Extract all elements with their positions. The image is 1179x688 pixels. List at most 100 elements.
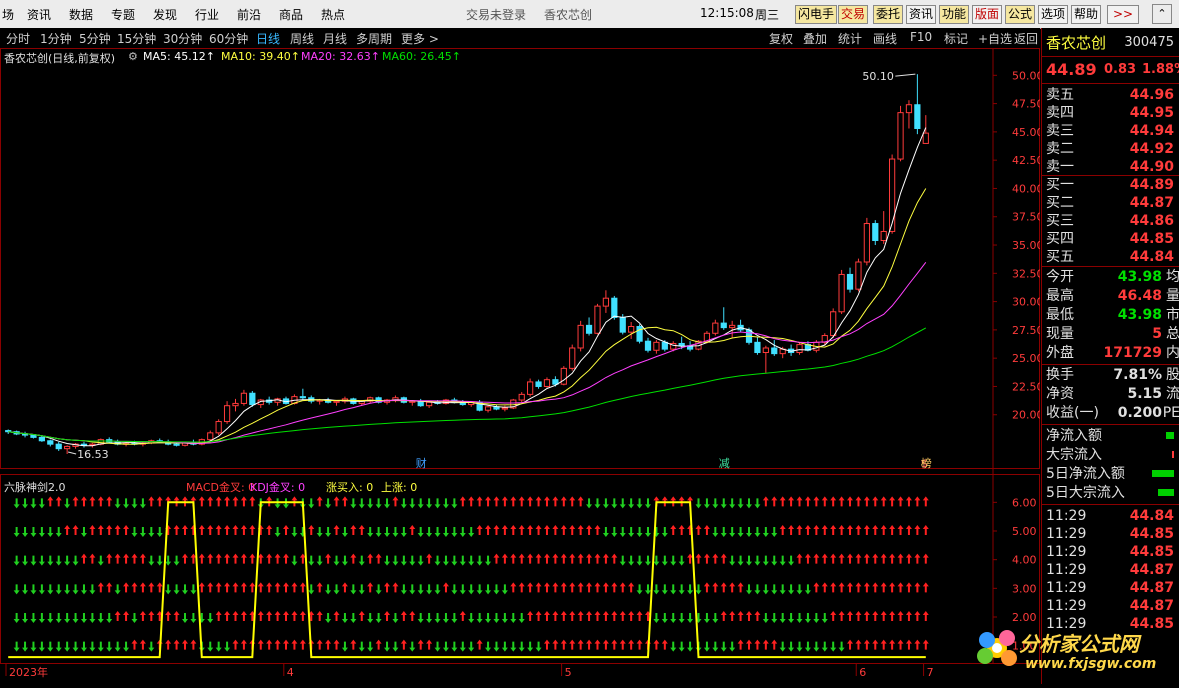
menu-item-0[interactable]: 场 [2, 6, 14, 23]
up-arrow [181, 639, 188, 650]
menu-item-5[interactable]: 行业 [195, 6, 219, 23]
up-arrow [139, 582, 146, 593]
up-arrow [754, 639, 761, 650]
down-arrow [644, 555, 651, 566]
period-tab-4[interactable]: 30分钟 [163, 30, 202, 47]
toolbar-button-0[interactable]: 闪电手 [795, 5, 838, 24]
down-arrow [106, 641, 113, 652]
chart-tool-2[interactable]: 统计 [838, 30, 862, 47]
collapse-icon[interactable]: ⌃ [1152, 4, 1172, 24]
menu-item-1[interactable]: 资讯 [27, 6, 51, 23]
period-tab-10[interactable]: 更多 > [401, 30, 439, 47]
down-arrow [350, 584, 357, 595]
down-arrow [670, 613, 677, 623]
toolbar-button-8[interactable]: 帮助 [1071, 5, 1102, 24]
down-arrow [114, 498, 121, 509]
ma5-label: MA5: 45.12↑ [143, 50, 215, 63]
down-arrow [468, 555, 475, 566]
ma20-label: MA20: 32.63↑ [301, 50, 380, 63]
bid-row-2-value: 44.86 [1129, 213, 1174, 229]
toolbar-button-3[interactable]: 资讯 [906, 5, 937, 24]
price-change-pct: 1.88% [1142, 62, 1179, 77]
menu-item-3[interactable]: 专题 [111, 6, 135, 23]
settings-icon[interactable]: ⚙ [128, 50, 138, 63]
menu-item-7[interactable]: 商品 [279, 6, 303, 23]
up-arrow [249, 496, 256, 507]
period-tab-6[interactable]: 日线 [256, 30, 280, 47]
toolbar-button-2[interactable]: 委托 [873, 5, 904, 24]
candle-body [602, 297, 610, 307]
up-arrow [628, 582, 635, 593]
menu-item-6[interactable]: 前沿 [237, 6, 261, 23]
down-arrow [586, 498, 593, 509]
indicator-title: 六脉神剑2.0 [4, 481, 66, 494]
menu-item-2[interactable]: 数据 [69, 6, 93, 23]
toolbar-button-7[interactable]: 选项 [1038, 5, 1069, 24]
chart-tool-7[interactable]: 返回 [1014, 30, 1038, 47]
up-arrow [291, 611, 298, 621]
candle-body [661, 341, 668, 350]
up-arrow [737, 611, 744, 621]
chart-tool-0[interactable]: 复权 [769, 30, 793, 47]
period-tab-8[interactable]: 月线 [323, 30, 347, 47]
quote-panel: 香农芯创 300475 44.89 0.83 1.88% 卖五 44.96 卖四 44… [1041, 28, 1179, 684]
period-tab-7[interactable]: 周线 [290, 30, 314, 47]
menu-item-8[interactable]: 热点 [321, 6, 345, 23]
down-arrow [13, 498, 20, 509]
menu-item-4[interactable]: 发现 [153, 6, 177, 23]
period-tab-2[interactable]: 5分钟 [79, 30, 111, 47]
up-arrow [779, 525, 786, 535]
up-arrow [114, 553, 121, 564]
down-arrow [712, 498, 719, 509]
chart-tool-4[interactable]: F10 [910, 30, 932, 44]
flow-bar-1 [1172, 451, 1174, 458]
bid-row-0-label: 买一 [1046, 177, 1074, 193]
kline-chart[interactable]: 20.00 22.50 25.00 27.50 30.00 32.50 35.00 37.50… [0, 48, 1044, 684]
down-arrow [224, 641, 231, 652]
toolbar-button-5[interactable]: 版面 [972, 5, 1003, 24]
down-arrow [13, 641, 20, 652]
chart-tool-5[interactable]: 标记 [944, 30, 968, 47]
up-arrow [198, 525, 205, 535]
period-tab-5[interactable]: 60分钟 [209, 30, 248, 47]
down-arrow [38, 584, 45, 595]
up-arrow [703, 582, 710, 593]
up-arrow [249, 582, 256, 593]
period-tab-1[interactable]: 1分钟 [40, 30, 72, 47]
ind-tick-label-3: 4.00 [1012, 554, 1037, 567]
up-arrow [325, 553, 332, 564]
down-arrow [367, 498, 374, 509]
login-status[interactable]: 交易未登录 [466, 6, 526, 23]
up-arrow [737, 582, 744, 593]
up-arrow [165, 611, 172, 621]
chart-tool-6[interactable]: +自选 [978, 30, 1012, 47]
stat-row-3-label: 现量 [1046, 326, 1074, 342]
up-arrow [400, 611, 407, 621]
toolbar-button-1[interactable]: 交易 [838, 5, 869, 24]
more-button[interactable]: >> [1107, 5, 1139, 24]
toolbar-button-4[interactable]: 功能 [939, 5, 970, 24]
up-arrow [855, 639, 862, 650]
down-arrow [55, 613, 62, 623]
up-arrow [325, 639, 332, 650]
down-arrow [754, 527, 761, 537]
down-arrow [291, 527, 298, 537]
stat-row-3-tail: 总 [1166, 326, 1179, 342]
chart-tool-3[interactable]: 画线 [873, 30, 897, 47]
up-arrow [358, 525, 365, 535]
toolbar-button-6[interactable]: 公式 [1005, 5, 1036, 24]
down-arrow [611, 498, 618, 509]
down-arrow [804, 584, 811, 595]
up-arrow [788, 525, 795, 535]
period-tab-3[interactable]: 15分钟 [117, 30, 156, 47]
stat2-row-2-value: 0.200 [1117, 405, 1162, 421]
flow-row-1: 大宗流入 [1046, 446, 1179, 464]
period-tab-9[interactable]: 多周期 [356, 30, 392, 47]
up-arrow [586, 639, 593, 650]
up-arrow [577, 639, 584, 650]
up-arrow [409, 525, 416, 535]
period-tab-0[interactable]: 分时 [6, 30, 30, 47]
up-arrow [746, 639, 753, 650]
chart-tool-1[interactable]: 叠加 [803, 30, 827, 47]
down-arrow [38, 555, 45, 566]
